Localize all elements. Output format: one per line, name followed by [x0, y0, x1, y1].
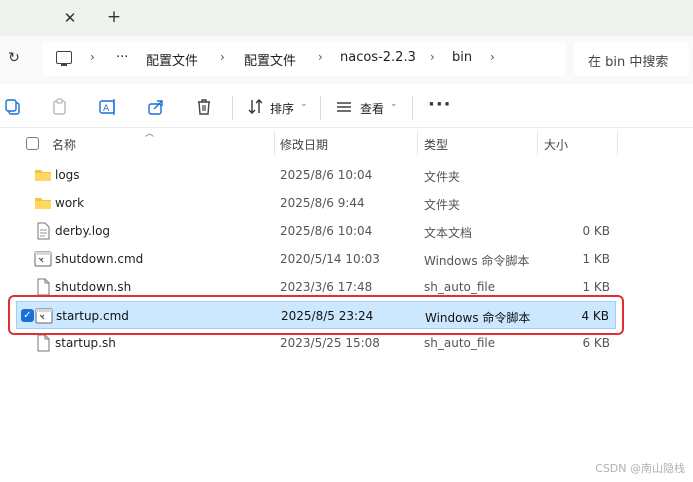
select-all-checkbox[interactable]: [26, 137, 39, 150]
search-placeholder: 在 bin 中搜索: [588, 55, 669, 70]
column-divider[interactable]: [274, 131, 275, 155]
column-type[interactable]: 类型: [424, 136, 448, 153]
file-type: sh_auto_file: [424, 336, 496, 350]
file-name: logs: [55, 168, 80, 182]
file-icon: [37, 278, 50, 296]
folder-icon: [35, 198, 51, 209]
breadcrumb-item[interactable]: bin: [452, 50, 472, 65]
column-divider[interactable]: [537, 131, 538, 155]
search-input[interactable]: 在 bin 中搜索: [574, 42, 689, 76]
file-type: 文件夹: [424, 198, 461, 212]
toolbar-divider: [412, 96, 413, 120]
column-header: ︿ 名称 修改日期 类型 大小: [0, 128, 693, 158]
folder-icon: [35, 170, 51, 181]
chevron-right-icon[interactable]: ›: [430, 50, 435, 64]
column-divider[interactable]: [417, 131, 418, 155]
file-row[interactable]: shutdown.cmd 2020/5/14 10:03 Windows 命令脚…: [16, 245, 616, 273]
chevron-down-icon[interactable]: ⌄: [300, 99, 308, 109]
file-modified: 2023/3/6 17:48: [280, 280, 373, 294]
view-button[interactable]: 查看: [360, 100, 384, 117]
file-name: shutdown.cmd: [55, 252, 144, 266]
file-row[interactable]: logs 2025/8/6 10:04 文件夹: [16, 161, 616, 189]
file-type: Windows 命令脚本: [424, 254, 530, 268]
svg-text:A: A: [103, 104, 110, 114]
column-divider[interactable]: [617, 131, 618, 155]
toolbar-divider: [232, 96, 233, 120]
file-row[interactable]: derby.log 2025/8/6 10:04 文本文档 0 KB: [16, 217, 616, 245]
text-file-icon: [37, 222, 50, 240]
file-name: derby.log: [55, 224, 111, 238]
view-icon[interactable]: [334, 97, 354, 117]
share-icon[interactable]: [146, 97, 166, 117]
toolbar-divider: [320, 96, 321, 120]
chevron-right-icon[interactable]: ›: [490, 50, 495, 64]
file-row[interactable]: work 2025/8/6 9:44 文件夹: [16, 189, 616, 217]
file-size: 1 KB: [582, 252, 610, 266]
column-modified[interactable]: 修改日期: [280, 136, 328, 153]
delete-icon[interactable]: [194, 97, 214, 117]
column-size[interactable]: 大小: [544, 136, 568, 153]
new-tab-icon[interactable]: +: [104, 7, 124, 27]
file-name: work: [55, 196, 85, 210]
file-modified: 2025/8/6 10:04: [280, 168, 373, 182]
file-modified: 2025/8/6 10:04: [280, 224, 373, 238]
command-bar: A 排序 ⌄ 查看 ⌄ ···: [0, 86, 693, 128]
breadcrumb-item[interactable]: 配置文件: [146, 50, 198, 69]
chevron-down-icon[interactable]: ⌄: [390, 99, 398, 109]
file-type: 文本文档: [424, 226, 473, 240]
file-name: shutdown.sh: [55, 280, 132, 294]
file-modified: 2020/5/14 10:03: [280, 252, 380, 266]
annotation-highlight-box: [8, 295, 624, 335]
rename-icon[interactable]: A: [98, 97, 118, 117]
column-name[interactable]: 名称: [52, 136, 76, 153]
more-options-button[interactable]: ···: [428, 94, 452, 115]
chevron-right-icon[interactable]: ›: [90, 50, 95, 64]
breadcrumb-item[interactable]: 配置文件: [244, 50, 296, 69]
cmd-file-icon: [34, 251, 52, 267]
chevron-right-icon[interactable]: ›: [318, 50, 323, 64]
paste-icon[interactable]: [50, 97, 70, 117]
file-type: 文件夹: [424, 170, 461, 184]
file-size: 6 KB: [582, 336, 610, 350]
breadcrumb-ellipsis[interactable]: ···: [116, 50, 128, 65]
breadcrumb-item[interactable]: nacos-2.2.3: [340, 50, 416, 65]
sort-up-icon: ︿: [145, 129, 155, 139]
chevron-right-icon[interactable]: ›: [220, 50, 225, 64]
tab-bar: ✕ +: [0, 0, 693, 36]
sort-icon[interactable]: [246, 97, 266, 117]
file-size: 1 KB: [582, 280, 610, 294]
close-tab-icon[interactable]: ✕: [60, 8, 80, 28]
file-size: 0 KB: [582, 224, 610, 238]
file-type: sh_auto_file: [424, 280, 496, 294]
refresh-icon[interactable]: ↻: [4, 48, 24, 68]
this-pc-icon[interactable]: [56, 51, 72, 66]
sort-button[interactable]: 排序: [270, 100, 294, 117]
file-icon: [37, 334, 50, 352]
breadcrumb[interactable]: › ··· 配置文件 › 配置文件 › nacos-2.2.3 › bin ›: [42, 42, 566, 76]
file-name: startup.sh: [55, 336, 116, 350]
file-modified: 2025/8/6 9:44: [280, 196, 365, 210]
file-modified: 2023/5/25 15:08: [280, 336, 380, 350]
address-bar: ↻ › ··· 配置文件 › 配置文件 › nacos-2.2.3 › bin …: [0, 36, 693, 84]
watermark: CSDN @南山隐栈: [595, 462, 685, 475]
copy-icon[interactable]: [3, 97, 23, 117]
